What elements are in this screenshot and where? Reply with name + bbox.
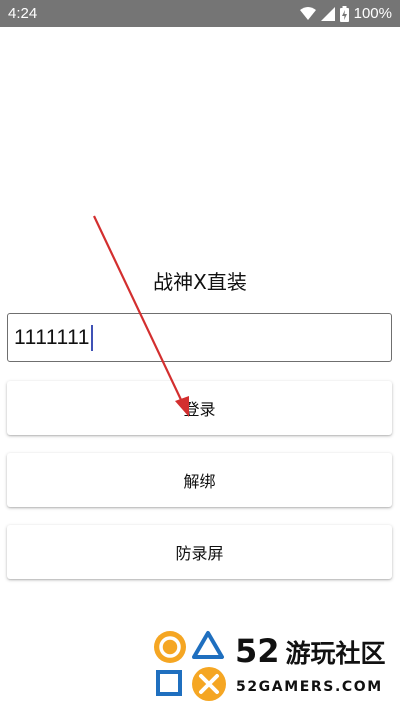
login-button-label: 登录 [183,400,216,419]
watermark-brand: 52 游玩社区 [235,632,386,670]
text-cursor [90,324,93,351]
unbind-button[interactable]: 解绑 [7,453,392,507]
watermark-number: 52 [235,632,280,670]
card-key-input-value: 1111111 [14,325,90,349]
status-icons: 100% [299,5,392,22]
anti-record-button-label: 防录屏 [175,544,224,563]
watermark: 52 游玩社区 52GAMERS.COM [150,628,400,710]
status-time: 4:24 [8,5,38,22]
app-title: 战神X直装 [153,270,247,294]
watermark-url: 52GAMERS.COM [236,679,383,695]
cellular-signal-icon [320,6,335,21]
battery-percentage: 100% [353,5,392,22]
wifi-icon [299,6,316,21]
anti-record-button[interactable]: 防录屏 [7,525,392,579]
battery-charging-icon [339,5,349,22]
unbind-button-label: 解绑 [183,472,216,491]
watermark-name: 游玩社区 [285,639,386,668]
card-key-input[interactable]: 1111111 [7,313,392,362]
watermark-logo-icon [154,631,226,701]
status-bar: 4:24 100% [0,0,400,27]
login-button[interactable]: 登录 [7,381,392,435]
